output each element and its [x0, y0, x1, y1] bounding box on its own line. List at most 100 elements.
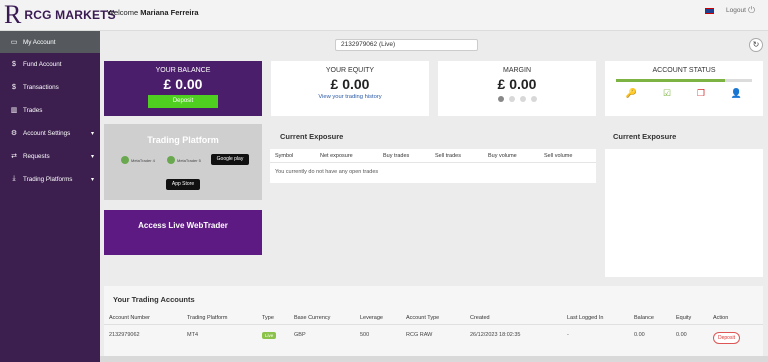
monitor-icon: ▭ — [10, 39, 18, 46]
uk-flag-icon[interactable] — [705, 8, 714, 14]
sidebar-item-label: Trading Platforms — [23, 175, 73, 183]
chevron-down-icon: ▾ — [90, 130, 94, 137]
column-header: Net exposure — [320, 152, 353, 159]
leverage: 500 — [360, 332, 370, 338]
carousel-dot[interactable] — [530, 96, 537, 102]
refresh-icon[interactable]: ↻ — [749, 38, 763, 52]
logout-link[interactable]: Logout — [726, 7, 746, 14]
metatrader-icon — [121, 156, 129, 164]
column-header: Leverage — [360, 315, 383, 321]
sidebar-item-label: Requests — [23, 152, 50, 160]
exposure-title: Current Exposure — [280, 132, 344, 141]
key-icon[interactable]: 🔑 — [626, 88, 637, 99]
account-type: RCG RAW — [406, 332, 433, 338]
exposure-chart-panel — [605, 149, 763, 277]
app-store-button[interactable]: App Store — [166, 179, 200, 190]
base-currency: GBP — [294, 332, 306, 338]
sidebar-item-transactions[interactable]: $ Transactions — [0, 76, 100, 98]
column-header: Type — [262, 315, 274, 321]
sidebar-item-trades[interactable]: ▥ Trades — [0, 99, 100, 121]
accounts-table-header: Account Number Trading Platform Type Bas… — [104, 312, 763, 325]
column-header: Balance — [634, 315, 654, 321]
margin-card: MARGIN £ 0.00 — [438, 61, 596, 116]
column-header: Action — [713, 315, 729, 321]
sidebar-item-label: Fund Account — [23, 60, 62, 68]
column-header: Buy volume — [488, 152, 517, 159]
trading-platform-card: Trading Platform MetaTrader 4 MetaTrader… — [104, 124, 262, 200]
margin-title: MARGIN — [503, 67, 531, 74]
trading-history-link[interactable]: View your trading history — [271, 94, 429, 100]
carousel-dot[interactable] — [519, 96, 526, 102]
chevron-down-icon: ▾ — [90, 153, 94, 160]
dollar-icon: $ — [12, 60, 16, 68]
bottom-strip — [100, 356, 768, 362]
equity-card: YOUR EQUITY £ 0.00 View your trading his… — [271, 61, 429, 116]
user-name: Mariana Ferreira — [140, 8, 199, 17]
account-type-badge: Live — [262, 332, 277, 339]
sidebar-item-account-settings[interactable]: ⚙ Account Settings ▾ — [0, 122, 100, 144]
exposure-table-header: Symbol Net exposure Buy trades Sell trad… — [270, 149, 596, 163]
sidebar-item-fund-account[interactable]: $ Fund Account — [0, 53, 100, 75]
account-equity: 0.00 — [676, 332, 687, 338]
user-icon[interactable]: 👤 — [731, 88, 742, 99]
sidebar-item-label: Trades — [23, 106, 43, 114]
metatrader4-link[interactable]: MetaTrader 4 — [121, 156, 155, 164]
balance-value: £ 0.00 — [163, 76, 203, 92]
account-status-card: ACCOUNT STATUS 🔑 ☑ ❐ 👤 — [605, 61, 763, 116]
equity-value: £ 0.00 — [330, 76, 370, 92]
sidebar-item-label: Account Settings — [23, 129, 71, 137]
metatrader-icon — [167, 156, 175, 164]
table-row: 2132979062 MT4 Live GBP 500 RCG RAW 26/1… — [104, 326, 763, 344]
sidebar-item-label: My Account — [23, 38, 56, 46]
column-header: Account Type — [406, 315, 440, 321]
sidebar: ▭ My Account $ Fund Account $ Transactio… — [0, 31, 100, 362]
sidebar-item-trading-platforms[interactable]: ⤓ Trading Platforms ▾ — [0, 168, 100, 190]
download-icon: ⤓ — [12, 175, 16, 182]
status-progress-bar — [616, 79, 752, 82]
equity-title: YOUR EQUITY — [325, 67, 375, 74]
metatrader5-link[interactable]: MetaTrader 5 — [167, 156, 201, 164]
chevron-down-icon: ▾ — [90, 176, 94, 183]
carousel-dot[interactable] — [508, 96, 515, 102]
settings-icon: ⚙ — [10, 130, 18, 137]
power-icon[interactable]: ⏻ — [748, 5, 755, 16]
swap-icon: ⇄ — [11, 153, 17, 160]
column-header: Sell trades — [435, 152, 461, 159]
carousel-dot[interactable] — [497, 96, 504, 102]
check-icon[interactable]: ☑ — [663, 88, 671, 99]
account-number[interactable]: 2132979062 — [109, 332, 140, 338]
column-header: Buy trades — [383, 152, 410, 159]
balance-title: YOUR BALANCE — [155, 67, 211, 74]
logo-text: RCG MARKETS — [24, 8, 116, 22]
row-deposit-button[interactable]: Deposit — [713, 332, 740, 344]
account-balance: 0.00 — [634, 332, 645, 338]
created-date: 26/12/2023 18:02:35 — [470, 332, 521, 338]
account-status-title: ACCOUNT STATUS — [652, 67, 716, 74]
column-header: Trading Platform — [187, 315, 228, 321]
column-header: Last Logged In — [567, 315, 604, 321]
deposit-button[interactable]: Deposit — [148, 95, 218, 108]
dollar-icon: $ — [12, 83, 16, 91]
metatrader5-label: MetaTrader 5 — [177, 157, 201, 163]
trading-accounts-title: Your Trading Accounts — [113, 295, 195, 304]
column-header: Created — [470, 315, 490, 321]
column-header: Account Number — [109, 315, 150, 321]
column-header: Symbol — [275, 152, 294, 159]
top-bar: R RCG MARKETS Welcome Mariana Ferreira L… — [0, 0, 768, 31]
welcome-message: Welcome Mariana Ferreira — [107, 8, 199, 17]
metatrader4-label: MetaTrader 4 — [131, 157, 155, 163]
webtrader-title: Access Live WebTrader — [138, 221, 228, 230]
balance-card: YOUR BALANCE £ 0.00 Deposit — [104, 61, 262, 116]
google-play-button[interactable]: Google play — [211, 154, 249, 165]
margin-value: £ 0.00 — [497, 76, 537, 92]
logo[interactable]: R RCG MARKETS — [4, 2, 116, 28]
empty-message: You currently do not have any open trade… — [275, 169, 379, 175]
documents-icon[interactable]: ❐ — [697, 88, 705, 99]
sidebar-item-my-account[interactable]: ▭ My Account — [0, 31, 100, 53]
logo-letter: R — [4, 0, 22, 29]
sidebar-item-requests[interactable]: ⇄ Requests ▾ — [0, 145, 100, 167]
webtrader-card[interactable]: Access Live WebTrader — [104, 210, 262, 255]
account-select[interactable]: 2132979062 (Live) — [335, 39, 478, 51]
exposure-table: Symbol Net exposure Buy trades Sell trad… — [270, 149, 596, 183]
trading-platform: MT4 — [187, 332, 198, 338]
